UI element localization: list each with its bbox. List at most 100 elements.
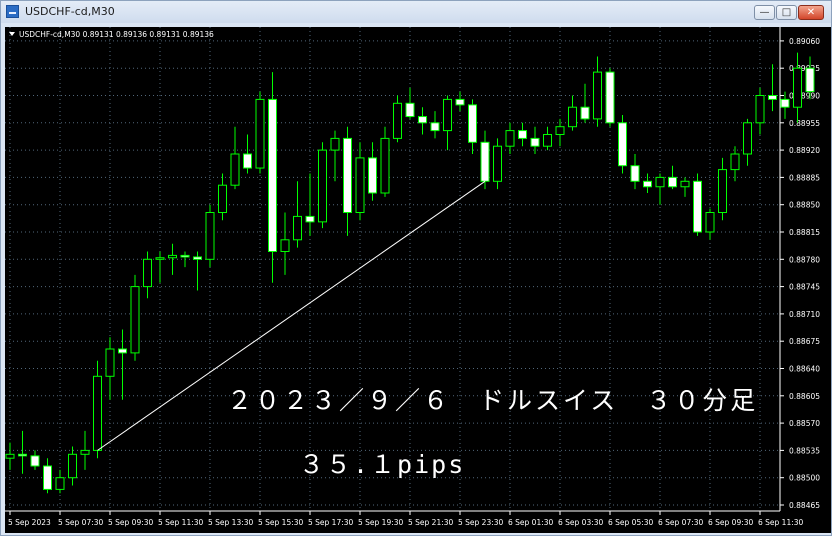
ytick-label-16: 0.88500 (789, 474, 820, 483)
candle-31 (393, 95, 402, 143)
candle-body-57 (718, 169, 727, 214)
candle-47 (593, 56, 602, 127)
candle-body-17 (218, 184, 227, 213)
candle-36 (455, 91, 465, 112)
candle-30 (380, 126, 390, 197)
chart-area[interactable]: 0.89060 0.89025 0.88990 0.88955 0.88920 0.888… (5, 27, 831, 533)
minimize-button[interactable]: — (754, 5, 775, 20)
ytick-label-4: 0.88920 (789, 146, 820, 155)
candle-body-32 (405, 102, 415, 118)
candle-38 (480, 130, 490, 190)
xtick-label-13: 6 Sep 07:30 (658, 518, 704, 527)
candle-14 (180, 251, 190, 268)
candle-body-55 (693, 180, 702, 233)
xtick-label-1: 5 Sep 07:30 (58, 518, 104, 527)
xtick-label-3: 5 Sep 11:30 (158, 518, 204, 527)
candle-body-64 (805, 67, 815, 93)
candle-body-39 (493, 145, 502, 182)
candle-24 (305, 173, 315, 236)
xtick-label-10: 6 Sep 01:30 (508, 518, 554, 527)
candle-body-48 (605, 71, 615, 124)
ytick-label-5: 0.88885 (789, 173, 820, 182)
candle-54 (680, 177, 690, 197)
candle-body-30 (380, 137, 390, 194)
candle-body-13 (168, 254, 177, 259)
candle-body-20 (255, 98, 265, 169)
candle-body-25 (318, 149, 327, 223)
candle-body-23 (293, 215, 302, 241)
candle-25 (318, 142, 327, 229)
candle-body-59 (743, 122, 752, 155)
candle-body-27 (343, 137, 352, 213)
candle-22 (280, 212, 290, 275)
candle-27 (343, 126, 352, 236)
chart-grid (5, 27, 780, 511)
xtick-label-11: 6 Sep 03:30 (558, 518, 604, 527)
candle-0 (5, 442, 15, 470)
candle-body-44 (555, 126, 565, 135)
candle-body-34 (430, 122, 440, 132)
candle-3 (43, 458, 52, 494)
candle-7 (93, 360, 102, 459)
candle-body-41 (518, 130, 527, 139)
candle-body-43 (543, 134, 552, 147)
chart-window-icon (6, 5, 19, 18)
xtick-label-15: 6 Sep 11:30 (758, 518, 804, 527)
candle-body-14 (180, 254, 190, 258)
candle-55 (693, 173, 702, 236)
candle-body-29 (368, 157, 377, 194)
candle-body-45 (568, 106, 577, 128)
candle-32 (405, 87, 415, 119)
close-button[interactable]: ✕ (798, 5, 824, 20)
xtick-label-6: 5 Sep 17:30 (308, 518, 354, 527)
candle-60 (755, 87, 765, 135)
xtick-label-7: 5 Sep 19:30 (358, 518, 404, 527)
time-axis: 5 Sep 2023 5 Sep 07:30 5 Sep 09:30 5 Sep 11… (8, 511, 804, 527)
ytick-label-8: 0.88780 (789, 255, 820, 264)
ytick-label-17: 0.88465 (789, 501, 820, 510)
candle-body-28 (355, 157, 365, 213)
candle-body-0 (5, 453, 15, 459)
candlestick-chart[interactable]: 0.890600.890250.889900.889550.889200.888… (5, 27, 831, 533)
candle-body-3 (43, 465, 52, 490)
ytick-label-13: 0.88605 (789, 392, 820, 401)
xtick-label-8: 5 Sep 21:30 (408, 518, 454, 527)
window-titlebar[interactable]: USDCHF-cd,M30 — □ ✕ (1, 1, 831, 23)
candle-body-22 (280, 239, 290, 253)
candle-17 (218, 173, 227, 221)
ytick-label-6: 0.88850 (789, 201, 820, 210)
xtick-label-0: 5 Sep 2023 (8, 518, 51, 527)
candle-61 (768, 64, 777, 112)
candle-63 (793, 52, 802, 123)
candle-body-15 (193, 256, 202, 260)
candle-body-61 (768, 95, 777, 100)
candle-body-10 (130, 286, 140, 354)
candle-10 (130, 274, 140, 361)
candle-40 (505, 122, 515, 154)
candle-37 (468, 99, 477, 154)
candle-body-47 (593, 71, 602, 120)
ytick-label-15: 0.88535 (789, 446, 820, 455)
candle-41 (518, 122, 527, 147)
candle-50 (630, 154, 640, 190)
candle-body-7 (93, 375, 102, 451)
candle-body-40 (505, 130, 515, 147)
candle-6 (80, 430, 90, 470)
xtick-label-9: 5 Sep 23:30 (458, 518, 504, 527)
symbol-info: USDCHF-cd,M30 0.89131 0.89136 0.89131 0.… (19, 30, 214, 39)
maximize-button[interactable]: □ (776, 5, 797, 20)
candle-body-51 (643, 180, 652, 188)
ytick-label-7: 0.88815 (789, 228, 820, 237)
candle-body-60 (755, 95, 765, 124)
candle-body-16 (205, 212, 215, 260)
candle-53 (668, 165, 677, 190)
candle-21 (268, 72, 277, 283)
window-title: USDCHF-cd,M30 (25, 5, 115, 18)
candle-59 (743, 118, 752, 166)
candle-body-1 (18, 453, 27, 457)
candle-body-4 (55, 477, 65, 490)
candle-18 (230, 126, 240, 190)
candle-39 (493, 138, 502, 190)
candle-body-58 (730, 153, 740, 171)
candle-56 (705, 208, 715, 240)
